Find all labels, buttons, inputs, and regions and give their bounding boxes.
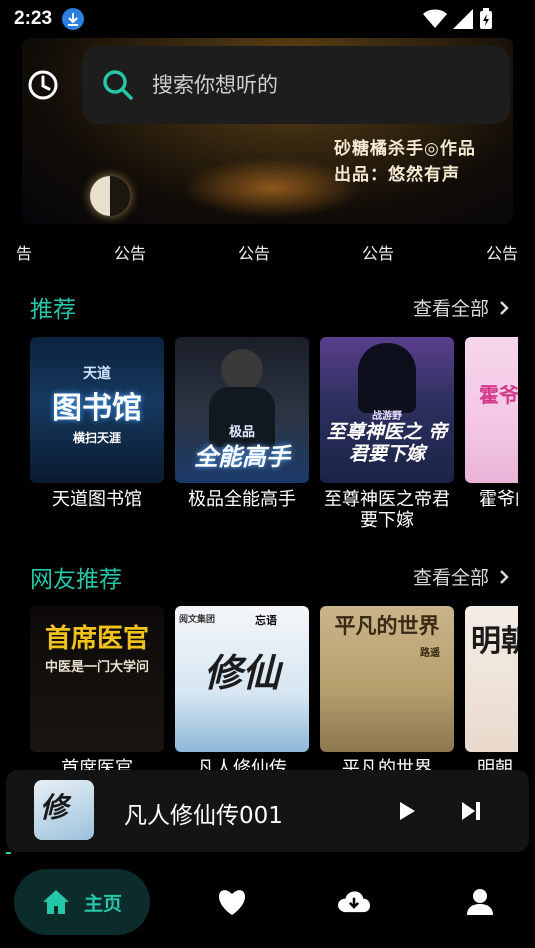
book-cover: 天道 图书馆 横扫天涯 — [30, 337, 164, 483]
book-card[interactable]: 天道 图书馆 横扫天涯 天道图书馆 — [30, 337, 164, 510]
cover-text: 图书馆 — [52, 391, 142, 426]
notice-row: 告 公告 公告 公告 公告 — [0, 238, 535, 266]
now-playing-title: 凡人修仙传001 — [124, 803, 283, 829]
notice-item[interactable]: 公告 — [238, 240, 270, 264]
see-all-label: 查看全部 — [412, 567, 489, 589]
search-bar[interactable] — [82, 46, 510, 124]
cover-figure — [221, 349, 263, 391]
signal-icon — [453, 9, 473, 29]
see-all-recommend[interactable]: 查看全部 — [413, 294, 509, 321]
status-time: 2:23 — [14, 8, 53, 29]
download-notification-icon — [62, 8, 85, 30]
cover-top: 阅文集团 — [179, 615, 216, 625]
notice-item[interactable]: 公告 — [486, 240, 518, 264]
nav-home-label: 主页 — [83, 892, 122, 915]
see-all-user-picks[interactable]: 查看全部 — [413, 563, 509, 590]
play-button[interactable] — [392, 796, 422, 826]
book-card[interactable]: 平凡的世界 路遥 平凡的世界 — [320, 606, 454, 779]
bottom-nav: 主页 — [0, 860, 535, 948]
book-card[interactable]: 极品 全能高手 极品全能高手 — [175, 337, 309, 510]
user-icon — [467, 889, 493, 915]
mini-player[interactable]: 修 凡人修仙传001 — [6, 770, 529, 852]
cloud-download-icon — [338, 891, 370, 913]
player-thumbnail: 修 — [34, 780, 94, 840]
cover-text: 明朝 — [471, 624, 518, 659]
nav-favorites[interactable] — [216, 886, 248, 918]
chevron-right-icon — [500, 569, 509, 584]
cover-text: 平凡的世界 — [334, 613, 440, 638]
yin-yang-icon — [90, 176, 130, 216]
search-input[interactable] — [152, 73, 452, 97]
playback-progress — [6, 852, 12, 854]
book-title: 天道图书馆 — [52, 489, 142, 510]
cover-figure — [358, 343, 416, 413]
history-clock-icon[interactable] — [26, 68, 60, 102]
cover-text: 修仙 — [203, 650, 280, 695]
book-card[interactable]: 阅文集团 修仙 忘语 凡人修仙传 — [175, 606, 309, 779]
banner-credit-producer: 出品：悠然有声 — [334, 165, 460, 185]
book-cover: 极品 全能高手 — [175, 337, 309, 483]
status-bar: 2:23 — [0, 0, 535, 38]
skip-next-icon — [462, 802, 480, 820]
book-title: 极品全能高手 — [188, 489, 296, 510]
book-card[interactable]: 首席医官 中医是一门大学问 首席医官 — [30, 606, 164, 779]
book-card[interactable]: 霍爷的 奶 霍爷的猫奶 — [465, 337, 518, 510]
banner-credit-author: 砂糖橘杀手◎作品 — [334, 139, 476, 159]
wifi-icon — [423, 9, 447, 28]
book-cover: 霍爷的 奶 — [465, 337, 518, 483]
cover-sub: 中医是一门大学问 — [44, 660, 149, 675]
nav-profile[interactable] — [464, 886, 496, 918]
heart-icon — [218, 890, 246, 915]
see-all-label: 查看全部 — [412, 298, 489, 320]
section-title-user-picks: 网友推荐 — [30, 567, 122, 593]
cover-sub: 忘语 — [255, 614, 277, 627]
notice-item[interactable]: 公告 — [114, 240, 146, 264]
book-cover: 平凡的世界 路遥 — [320, 606, 454, 752]
battery-icon — [480, 8, 492, 29]
book-title: 至尊神医之帝君要下嫁 — [324, 489, 450, 531]
cover-top: 天道 — [83, 366, 111, 382]
next-track-button[interactable] — [456, 796, 486, 826]
book-cover: 首席医官 中医是一门大学问 — [30, 606, 164, 752]
book-cover: 明朝 — [465, 606, 518, 752]
home-icon — [42, 890, 69, 914]
section-title-recommend: 推荐 — [30, 297, 76, 323]
book-card[interactable]: 战游野 至尊神医之 帝君要下嫁 至尊神医之帝君要下嫁 — [320, 337, 454, 531]
search-icon — [103, 70, 133, 100]
book-cover: 战游野 至尊神医之 帝君要下嫁 — [320, 337, 454, 483]
cover-text: 霍爷的 奶 — [479, 383, 518, 407]
notice-item[interactable]: 公告 — [362, 240, 394, 264]
cover-sub: 横扫天涯 — [72, 431, 121, 445]
cover-text: 首席医官 — [44, 624, 149, 654]
nav-home[interactable]: 主页 — [14, 869, 150, 935]
cover-text: 全能高手 — [194, 442, 290, 471]
cover-text: 至尊神医之 帝君要下嫁 — [326, 421, 448, 465]
play-icon — [400, 802, 415, 820]
book-card[interactable]: 明朝 明朝 — [465, 606, 518, 779]
thumb-glyph: 修 — [40, 791, 69, 824]
nav-downloads[interactable] — [338, 886, 370, 918]
cover-sub: 路遥 — [420, 648, 440, 659]
book-cover: 阅文集团 修仙 忘语 — [175, 606, 309, 752]
book-title: 霍爷的猫奶 — [479, 489, 518, 510]
cover-sub: 战游野 — [372, 411, 402, 422]
notice-item[interactable]: 告 — [16, 240, 32, 264]
chevron-right-icon — [500, 300, 509, 315]
